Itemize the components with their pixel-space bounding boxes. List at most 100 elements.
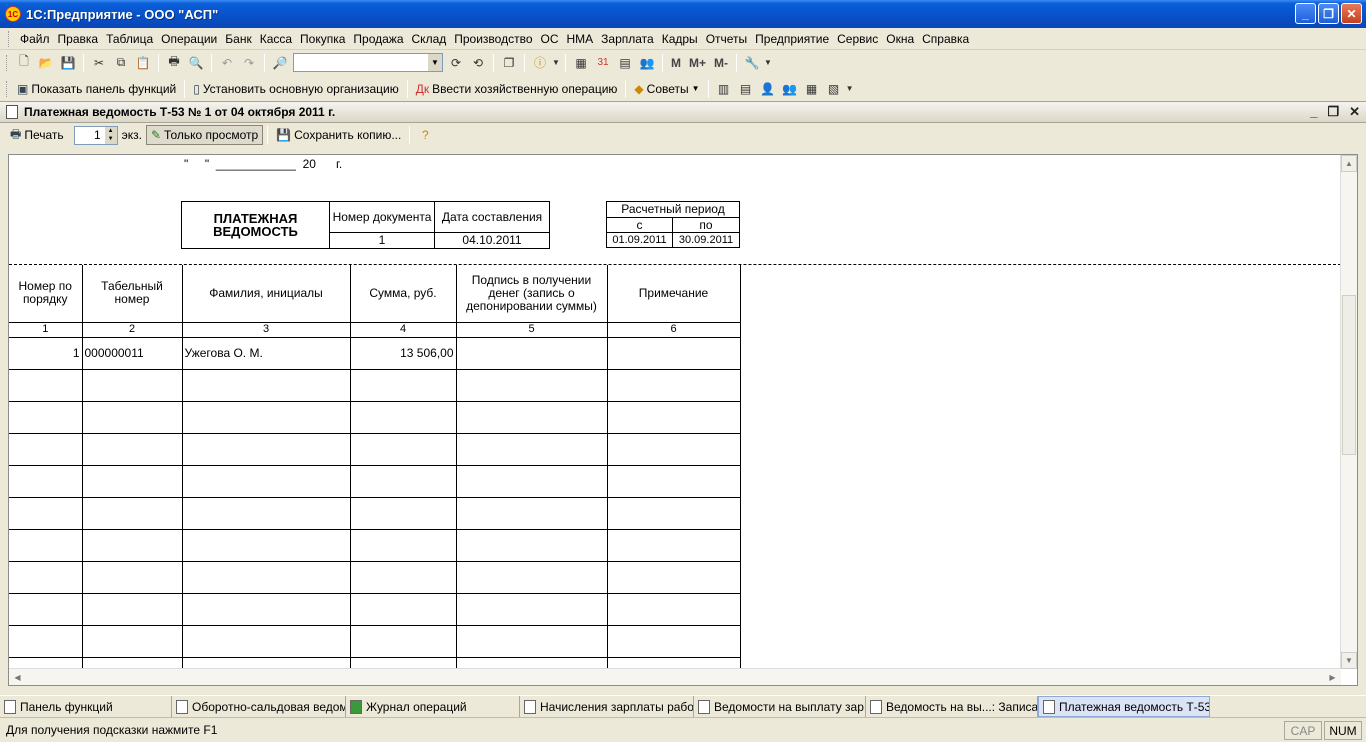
table-row[interactable] (9, 625, 741, 658)
dropdown-arrow-icon[interactable]: ▼ (763, 53, 773, 73)
menu-reports[interactable]: Отчеты (702, 32, 751, 46)
open-folder-icon[interactable]: 📂 (35, 53, 57, 73)
doc-minimize-button[interactable]: _ (1310, 104, 1317, 120)
vertical-scroll-thumb[interactable] (1342, 295, 1356, 455)
table-icon[interactable]: ▤ (614, 53, 636, 73)
scroll-left-icon[interactable]: ◀ (9, 669, 26, 685)
toolbar-grip[interactable] (6, 54, 9, 71)
table-row[interactable] (9, 401, 741, 434)
table-row[interactable] (9, 369, 741, 402)
table-row[interactable] (9, 465, 741, 498)
empty-cell[interactable] (181, 433, 351, 466)
menu-service[interactable]: Сервис (833, 32, 882, 46)
empty-cell[interactable] (349, 593, 457, 626)
cut-icon[interactable]: ✂ (88, 53, 110, 73)
toolbar-grip[interactable] (8, 30, 11, 47)
save-icon[interactable]: 💾 (57, 53, 79, 73)
empty-cell[interactable] (81, 465, 183, 498)
search-icon[interactable]: 🔎 (269, 53, 291, 73)
empty-cell[interactable] (455, 369, 608, 402)
cell-signature[interactable] (455, 337, 608, 370)
calculator-icon[interactable]: ▦ (570, 53, 592, 73)
cell-employee-name[interactable]: Ужегова О. М. (181, 337, 351, 370)
empty-cell[interactable] (455, 561, 608, 594)
windows-icon[interactable]: ❐ (498, 53, 520, 73)
cell-row-number[interactable]: 1 (9, 337, 83, 370)
set-main-org-button[interactable]: ▯ Установить основную организацию (189, 79, 402, 99)
table-row[interactable]: 1 000000011 Ужегова О. М. 13 506,00 (9, 337, 741, 370)
empty-cell[interactable] (9, 593, 83, 626)
tips-button[interactable]: ◆ Советы ▼ (630, 79, 703, 99)
empty-cell[interactable] (606, 465, 741, 498)
reports-icon[interactable]: ▧ (823, 79, 845, 99)
empty-cell[interactable] (9, 561, 83, 594)
enter-operation-button[interactable]: Дк Ввести хозяйственную операцию (412, 79, 622, 99)
toolbar-grip[interactable] (6, 80, 9, 97)
print-button[interactable]: 🖶 Печать (6, 125, 68, 145)
empty-cell[interactable] (81, 561, 183, 594)
minimize-button[interactable]: _ (1295, 3, 1316, 24)
empty-cell[interactable] (606, 433, 741, 466)
menu-file[interactable]: Файл (16, 32, 54, 46)
view-only-toggle[interactable]: ✎ Только просмотр (145, 125, 264, 145)
show-panel-button[interactable]: ▣ Показать панель функций (13, 79, 180, 99)
close-button[interactable]: ✕ (1341, 3, 1362, 24)
menu-production[interactable]: Производство (450, 32, 536, 46)
empty-cell[interactable] (181, 625, 351, 658)
doc-restore-button[interactable]: ❐ (1327, 104, 1339, 120)
table-row[interactable] (9, 529, 741, 562)
empty-cell[interactable] (9, 497, 83, 530)
print-icon[interactable]: 🖶 (163, 53, 185, 73)
empty-cell[interactable] (9, 465, 83, 498)
documents-icon[interactable]: ▦ (801, 79, 823, 99)
empty-cell[interactable] (81, 593, 183, 626)
menu-cash[interactable]: Касса (256, 32, 296, 46)
empty-cell[interactable] (349, 625, 457, 658)
window-tab-payroll-t53[interactable]: Платежная ведомость Т-53... (1038, 696, 1210, 717)
tools-icon[interactable]: 🔧 (741, 53, 763, 73)
empty-cell[interactable] (181, 561, 351, 594)
window-tab-payment-statements[interactable]: Ведомости на выплату зар... (694, 696, 866, 717)
empty-cell[interactable] (181, 529, 351, 562)
employees-icon[interactable]: 👤 (757, 79, 779, 99)
empty-cell[interactable] (81, 401, 183, 434)
empty-cell[interactable] (349, 561, 457, 594)
menu-bank[interactable]: Банк (221, 32, 255, 46)
empty-cell[interactable] (9, 401, 83, 434)
empty-cell[interactable] (455, 497, 608, 530)
undo-icon[interactable]: ↶ (216, 53, 238, 73)
empty-cell[interactable] (81, 625, 183, 658)
paste-icon[interactable]: 📋 (132, 53, 154, 73)
menu-intangibles[interactable]: НМА (563, 32, 598, 46)
empty-cell[interactable] (349, 369, 457, 402)
table-row[interactable] (9, 593, 741, 626)
menu-purchase[interactable]: Покупка (296, 32, 349, 46)
menu-enterprise[interactable]: Предприятие (751, 32, 833, 46)
empty-cell[interactable] (81, 433, 183, 466)
empty-cell[interactable] (349, 497, 457, 530)
menu-table[interactable]: Таблица (102, 32, 157, 46)
empty-cell[interactable] (181, 465, 351, 498)
empty-cell[interactable] (606, 369, 741, 402)
spreadsheet-area[interactable]: " " ____________ 20 г. ПЛАТЕЖНАЯ ВЕДОМОС… (8, 154, 1358, 686)
cell-sum[interactable]: 13 506,00 (349, 337, 457, 370)
empty-cell[interactable] (9, 625, 83, 658)
window-tab-statement-recorded[interactable]: Ведомость на вы...: Записан (866, 696, 1038, 717)
table-row[interactable] (9, 433, 741, 466)
empty-cell[interactable] (455, 465, 608, 498)
empty-cell[interactable] (81, 529, 183, 562)
window-tab-salary-accruals[interactable]: Начисления зарплаты рабо... (520, 696, 694, 717)
menu-help[interactable]: Справка (918, 32, 973, 46)
memory-plus-icon[interactable]: M+ (685, 56, 710, 70)
redo-icon[interactable]: ↷ (238, 53, 260, 73)
empty-cell[interactable] (606, 529, 741, 562)
calendar-icon[interactable]: 31 (592, 53, 614, 73)
menu-hr[interactable]: Кадры (658, 32, 702, 46)
menu-salary[interactable]: Зарплата (597, 32, 658, 46)
scroll-down-icon[interactable]: ▼ (1341, 652, 1357, 669)
empty-cell[interactable] (81, 497, 183, 530)
empty-cell[interactable] (9, 433, 83, 466)
empty-cell[interactable] (606, 401, 741, 434)
horizontal-scrollbar[interactable]: ◀ ▶ (9, 668, 1341, 685)
window-tab-functions-panel[interactable]: Панель функций (0, 696, 172, 717)
